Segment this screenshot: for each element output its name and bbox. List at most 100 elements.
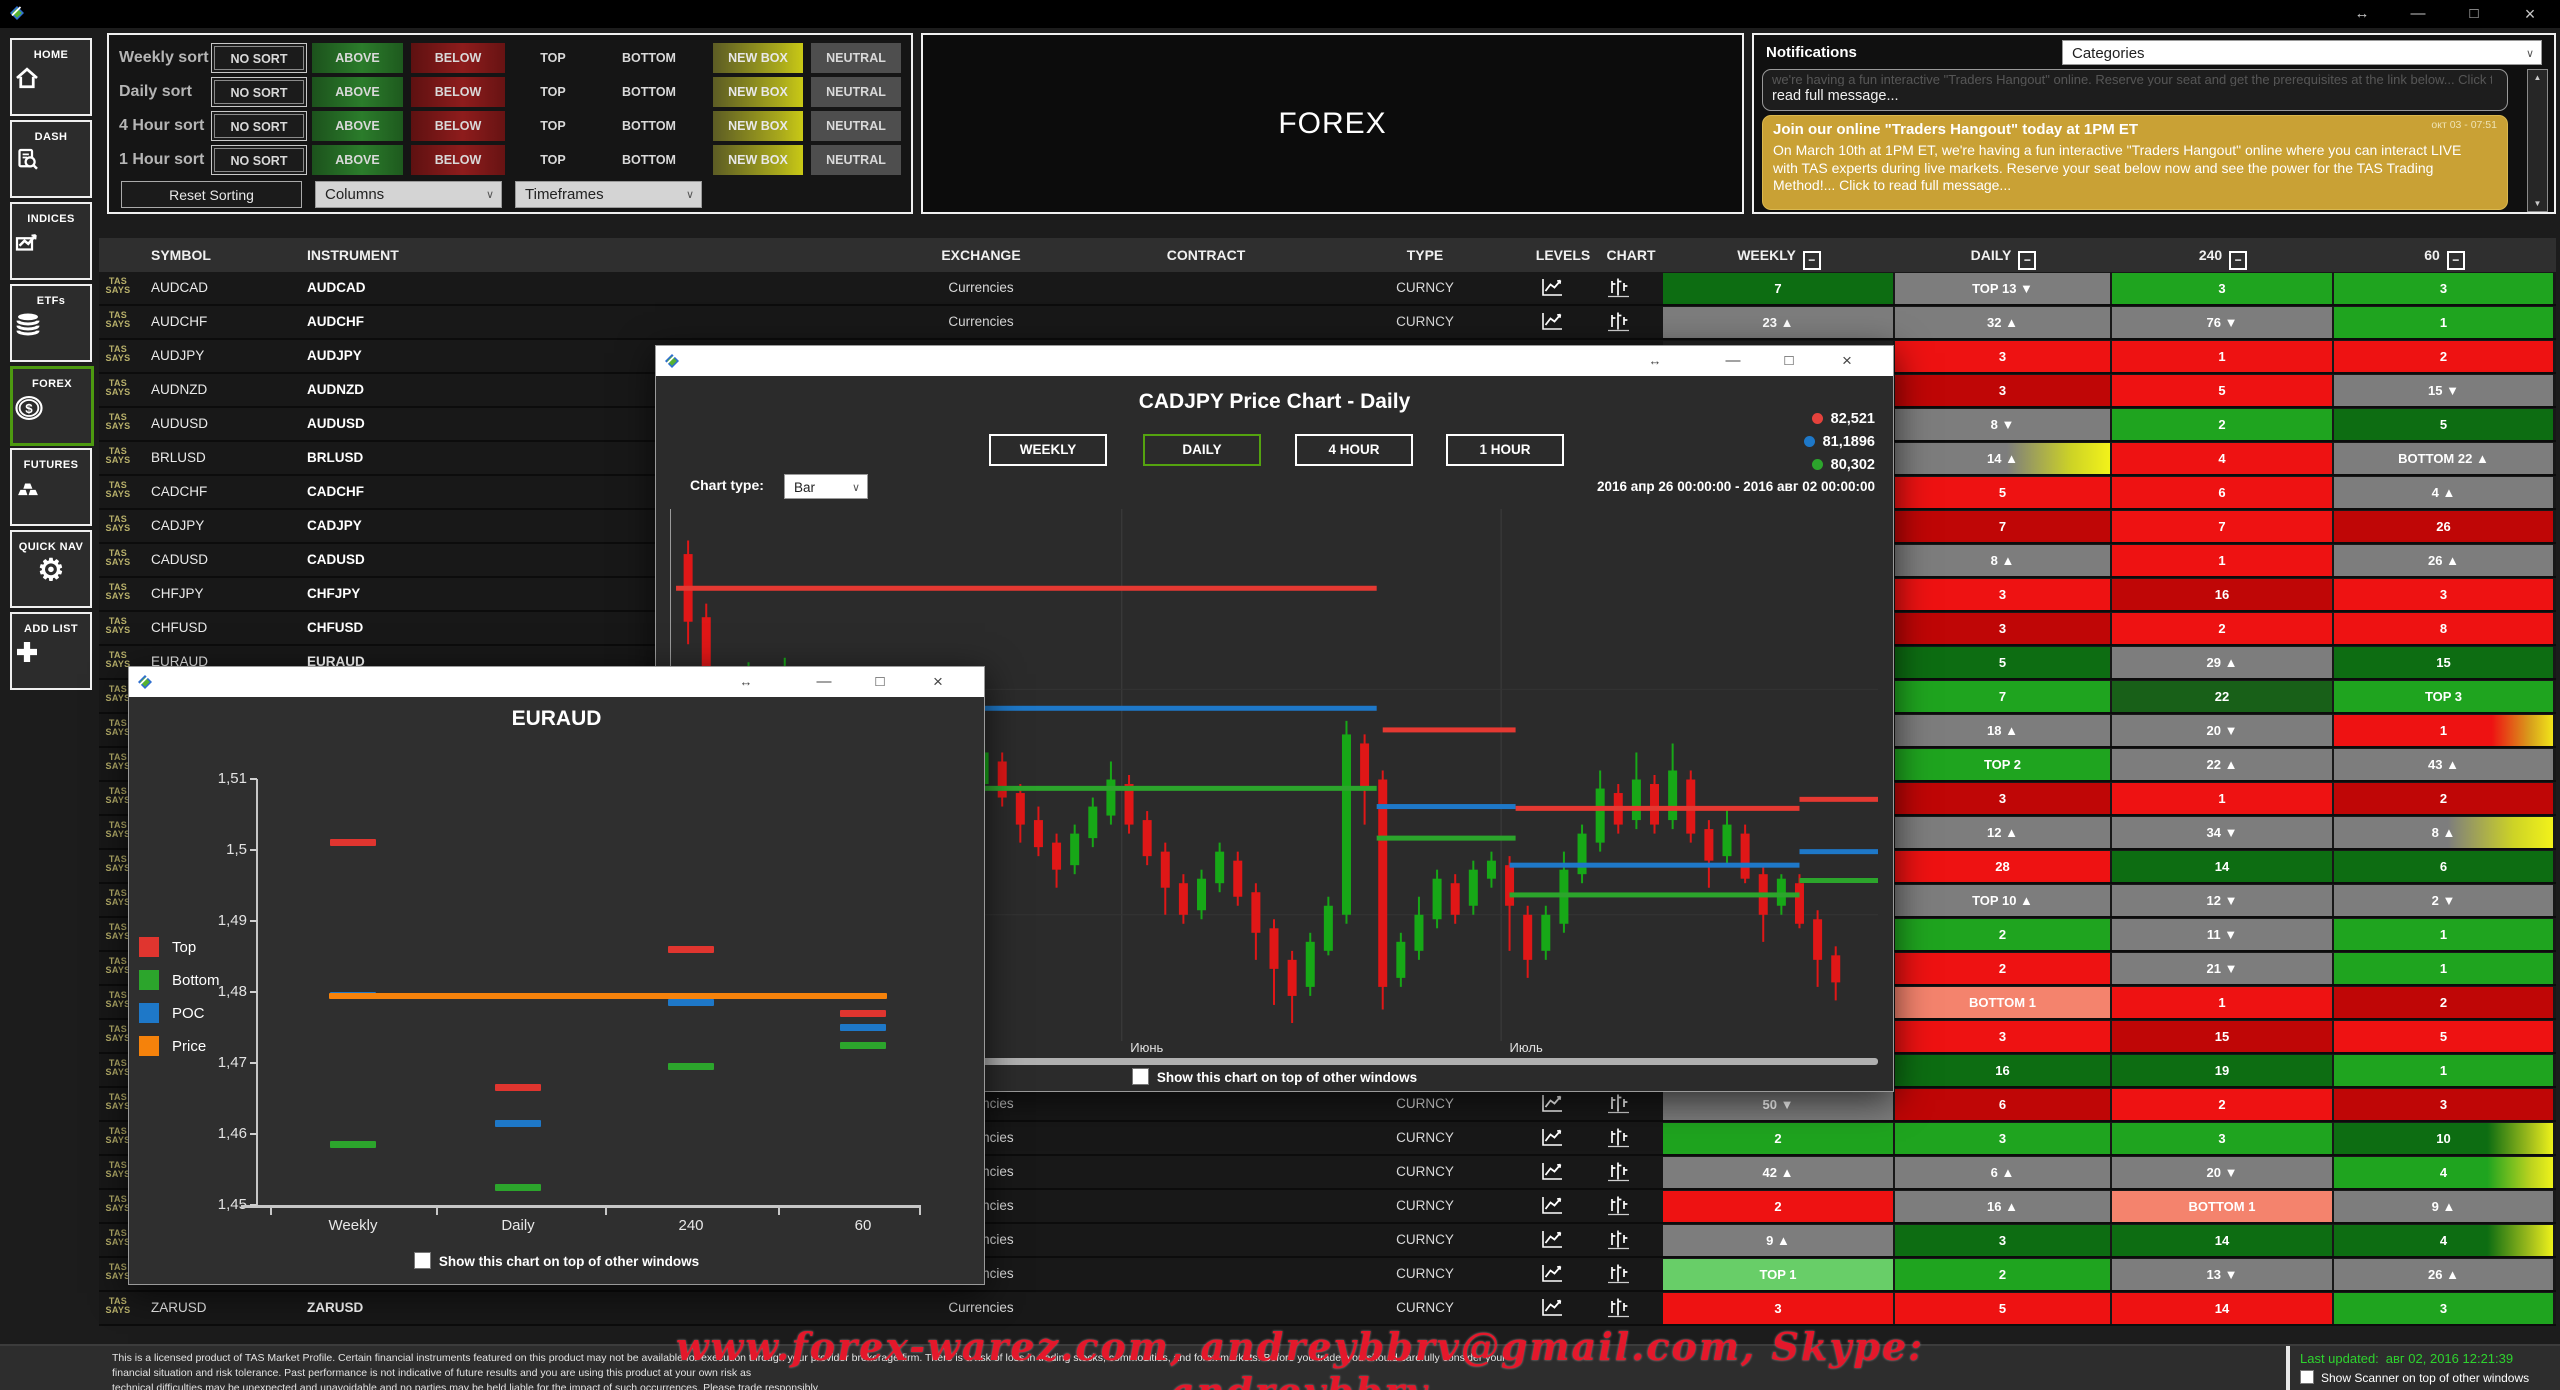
notification-item[interactable]: we're having a fun interactive "Traders … (1762, 69, 2508, 111)
minimize-button[interactable]: — (1713, 346, 1753, 376)
column-header-weekly[interactable]: WEEKLY− (1663, 238, 1895, 272)
cell-240[interactable]: 22 ▲ (2112, 749, 2332, 780)
scrollbar[interactable]: ▲ ▼ (2527, 69, 2548, 212)
cell-60[interactable]: 43 ▲ (2334, 749, 2553, 780)
levels-icon[interactable] (1539, 276, 1587, 298)
chevron-up-icon[interactable]: ▲ (2528, 73, 2547, 82)
timeframes-dropdown[interactable]: Timeframes ∨ (515, 181, 702, 208)
daily-cell[interactable]: 3 (1895, 375, 2110, 406)
table-row[interactable]: TASSAYSZARUSDZARUSDCurrenciesCURNCY35143 (99, 1292, 2556, 1326)
cell-240[interactable]: 14 (2112, 851, 2332, 882)
daily-cell[interactable]: TOP 2 (1895, 749, 2110, 780)
daily-cell[interactable]: 3 (1895, 783, 2110, 814)
cell-240[interactable]: 14 (2112, 1225, 2332, 1256)
cell-60[interactable]: 3 (2334, 273, 2553, 304)
no-sort-button[interactable]: NO SORT (211, 111, 307, 141)
cell-60[interactable]: 2 (2334, 341, 2553, 372)
table-row[interactable]: TASSAYSAUDCHFAUDCHFCurrenciesCURNCY23 ▲3… (99, 306, 2556, 340)
levels-chart[interactable] (256, 779, 916, 1205)
new-box-button[interactable]: NEW BOX (713, 111, 803, 141)
checkbox[interactable] (2300, 1370, 2314, 1384)
cell-240[interactable]: 4 (2112, 443, 2332, 474)
columns-dropdown[interactable]: Columns ∨ (315, 181, 502, 208)
chart-icon[interactable] (1605, 1160, 1653, 1182)
above-button[interactable]: ABOVE (312, 77, 403, 107)
daily-cell[interactable]: 3 (1895, 1225, 2110, 1256)
cell-60[interactable]: 3 (2334, 1089, 2553, 1120)
cell-240[interactable]: 20 ▼ (2112, 715, 2332, 746)
cell-60[interactable]: 2 (2334, 783, 2553, 814)
new-box-button[interactable]: NEW BOX (713, 43, 803, 73)
cell-60[interactable]: 1 (2334, 307, 2553, 338)
cell-60[interactable]: 2 ▼ (2334, 885, 2553, 916)
window-titlebar[interactable]: ↔ — □ × (129, 667, 984, 697)
daily-cell[interactable]: 5 (1895, 647, 2110, 678)
levels-icon[interactable] (1539, 1262, 1587, 1284)
minimize-button[interactable]: — (2396, 0, 2440, 28)
levels-icon[interactable] (1539, 1194, 1587, 1216)
timeframe-button-daily[interactable]: DAILY (1143, 434, 1261, 466)
collapse-column-button[interactable]: − (2229, 251, 2247, 270)
chart-icon[interactable] (1605, 310, 1653, 332)
daily-cell[interactable]: TOP 10 ▲ (1895, 885, 2110, 916)
cell-240[interactable]: 34 ▼ (2112, 817, 2332, 848)
chart-icon[interactable] (1605, 1126, 1653, 1148)
daily-cell[interactable]: 2 (1895, 953, 2110, 984)
close-button[interactable]: × (2508, 0, 2552, 28)
cell-60[interactable]: BOTTOM 22 ▲ (2334, 443, 2553, 474)
below-button[interactable]: BELOW (411, 111, 505, 141)
weekly-cell[interactable]: TOP 1 (1663, 1259, 1893, 1290)
bottom-button[interactable]: BOTTOM (603, 77, 695, 107)
maximize-button[interactable]: □ (860, 667, 900, 697)
daily-cell[interactable]: 2 (1895, 1259, 2110, 1290)
notification-read-more[interactable]: read full message... (1772, 88, 1899, 104)
levels-icon[interactable] (1539, 1228, 1587, 1250)
daily-cell[interactable]: 7 (1895, 681, 2110, 712)
chart-icon[interactable] (1605, 1228, 1653, 1250)
new-box-button[interactable]: NEW BOX (713, 145, 803, 175)
top-button[interactable]: TOP (507, 145, 599, 175)
daily-cell[interactable]: 28 (1895, 851, 2110, 882)
cell-240[interactable]: 14 (2112, 1293, 2332, 1324)
sidebar-item-indices[interactable]: INDICES (10, 202, 92, 280)
cell-240[interactable]: 5 (2112, 375, 2332, 406)
new-box-button[interactable]: NEW BOX (713, 77, 803, 107)
resize-icon[interactable]: ↔ (1635, 346, 1675, 376)
no-sort-button[interactable]: NO SORT (211, 43, 307, 73)
table-row[interactable]: TASSAYSAUDCADAUDCADCurrenciesCURNCY7TOP … (99, 272, 2556, 306)
weekly-cell[interactable]: 9 ▲ (1663, 1225, 1893, 1256)
cell-60[interactable]: 3 (2334, 1293, 2553, 1324)
cell-240[interactable]: 7 (2112, 511, 2332, 542)
no-sort-button[interactable]: NO SORT (211, 77, 307, 107)
top-button[interactable]: TOP (507, 77, 599, 107)
sidebar-item-home[interactable]: HOME (10, 38, 92, 116)
collapse-column-button[interactable]: − (2447, 251, 2465, 270)
neutral-button[interactable]: NEUTRAL (811, 43, 901, 73)
cell-240[interactable]: 11 ▼ (2112, 919, 2332, 950)
cell-240[interactable]: 20 ▼ (2112, 1157, 2332, 1188)
levels-icon[interactable] (1539, 310, 1587, 332)
cell-240[interactable]: 2 (2112, 1089, 2332, 1120)
minimize-button[interactable]: — (804, 667, 844, 697)
daily-cell[interactable]: 32 ▲ (1895, 307, 2110, 338)
categories-dropdown[interactable]: Categories ∨ (2062, 40, 2542, 65)
daily-cell[interactable]: 7 (1895, 511, 2110, 542)
top-button[interactable]: TOP (507, 43, 599, 73)
column-header-chart[interactable]: CHART (1591, 238, 1671, 272)
resize-icon[interactable]: ↔ (2340, 0, 2384, 28)
checkbox[interactable] (1132, 1068, 1149, 1085)
chart-icon[interactable] (1605, 1194, 1653, 1216)
daily-cell[interactable]: BOTTOM 1 (1895, 987, 2110, 1018)
above-button[interactable]: ABOVE (312, 43, 403, 73)
cell-60[interactable]: 1 (2334, 1055, 2553, 1086)
collapse-column-button[interactable]: − (2018, 251, 2036, 270)
cell-240[interactable]: 2 (2112, 409, 2332, 440)
above-button[interactable]: ABOVE (312, 111, 403, 141)
weekly-cell[interactable]: 7 (1663, 273, 1893, 304)
chevron-down-icon[interactable]: ▼ (2528, 199, 2547, 208)
cell-60[interactable]: 15 ▼ (2334, 375, 2553, 406)
close-button[interactable]: × (1827, 346, 1867, 376)
cell-240[interactable]: 76 ▼ (2112, 307, 2332, 338)
chart-icon[interactable] (1605, 1296, 1653, 1318)
daily-cell[interactable]: 2 (1895, 919, 2110, 950)
